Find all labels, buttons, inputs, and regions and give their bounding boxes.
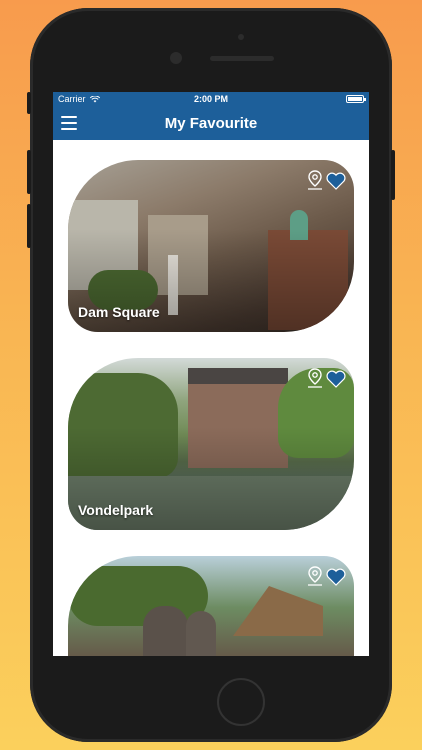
place-card-dam-square[interactable]: Dam Square xyxy=(68,160,354,332)
place-name: Vondelpark xyxy=(78,502,154,518)
phone-camera xyxy=(170,52,182,64)
navigation-bar: My Favourite xyxy=(53,106,369,140)
volume-down-button xyxy=(27,204,31,248)
elephant-shape xyxy=(186,611,216,656)
status-time: 2:00 PM xyxy=(193,94,228,104)
hamburger-icon[interactable] xyxy=(61,116,77,130)
map-pin-icon[interactable] xyxy=(306,368,324,388)
map-pin-icon[interactable] xyxy=(306,566,324,586)
elephant-shape xyxy=(143,606,188,656)
favourites-list: Dam Square Vondelpark xyxy=(53,140,369,656)
roof-shape xyxy=(188,368,288,384)
tree-shape xyxy=(68,566,208,626)
battery-icon xyxy=(346,95,366,103)
phone-sensor xyxy=(238,34,244,40)
heart-icon[interactable] xyxy=(326,370,346,388)
home-button[interactable] xyxy=(217,678,265,726)
pavilion-shape xyxy=(233,586,323,636)
page-title: My Favourite xyxy=(164,114,258,132)
place-name: Dam Square xyxy=(78,304,160,320)
volume-up-button xyxy=(27,150,31,194)
place-card-vondelpark[interactable]: Vondelpark xyxy=(68,358,354,530)
phone-speaker xyxy=(210,56,274,61)
mute-switch xyxy=(27,92,31,114)
status-bar: Carrier 2:00 PM xyxy=(53,92,369,106)
map-pin-icon[interactable] xyxy=(306,170,324,190)
heart-icon[interactable] xyxy=(326,172,346,190)
place-card-zoo[interactable] xyxy=(68,556,354,656)
app-screen: Carrier 2:00 PM My Favourite Dam Square … xyxy=(53,92,369,656)
power-button xyxy=(391,150,395,200)
heart-icon[interactable] xyxy=(326,568,346,586)
